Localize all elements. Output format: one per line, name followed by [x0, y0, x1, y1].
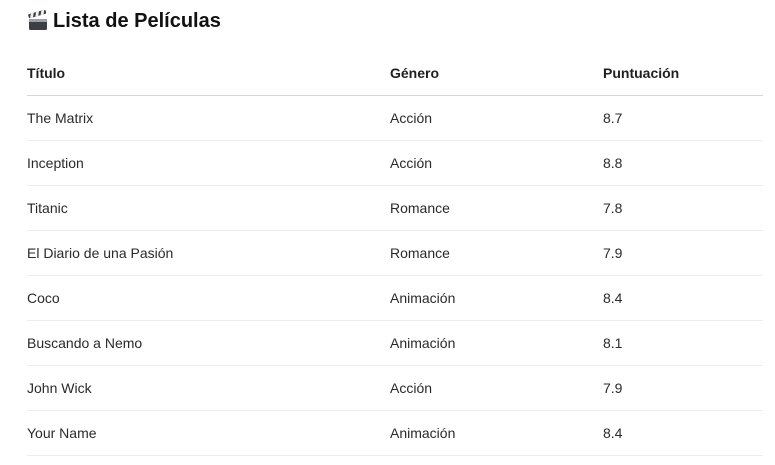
table-row: Inception Acción 8.8 [27, 140, 763, 186]
page-title-text: Lista de Películas [53, 10, 221, 32]
cell-score: 7.8 [603, 185, 763, 231]
cell-score: 8.1 [603, 320, 763, 366]
cell-genre: Romance [390, 185, 603, 231]
cell-title: Titanic [27, 185, 390, 231]
cell-title: El Diario de una Pasión [27, 230, 390, 276]
cell-title: The Matrix [27, 95, 390, 141]
cell-score: 8.7 [603, 95, 763, 141]
table-row: El Diario de una Pasión Romance 7.9 [27, 230, 763, 276]
cell-score: 7.9 [603, 365, 763, 411]
cell-title: John Wick [27, 365, 390, 411]
table-row: Your Name Animación 8.4 [27, 410, 763, 456]
cell-genre: Animación [390, 275, 603, 321]
column-header-genre[interactable]: Género [390, 50, 603, 96]
cell-score: 8.8 [603, 140, 763, 186]
table-row: Buscando a Nemo Animación 8.1 [27, 320, 763, 366]
table-row: Coco Animación 8.4 [27, 275, 763, 321]
column-header-score[interactable]: Puntuación [603, 50, 763, 96]
page-title: Lista de Películas [27, 8, 221, 34]
cell-genre: Acción [390, 365, 603, 411]
cell-genre: Animación [390, 410, 603, 456]
cell-score: 8.4 [603, 410, 763, 456]
table-row: The Matrix Acción 8.7 [27, 95, 763, 141]
cell-genre: Acción [390, 140, 603, 186]
movies-table: Título Género Puntuación The Matrix Acci… [27, 50, 763, 456]
cell-genre: Romance [390, 230, 603, 276]
clapperboard-icon [27, 10, 49, 32]
cell-title: Coco [27, 275, 390, 321]
table-row: Titanic Romance 7.8 [27, 185, 763, 231]
column-header-title[interactable]: Título [27, 50, 390, 96]
table-header-row: Título Género Puntuación [27, 50, 763, 96]
cell-score: 8.4 [603, 275, 763, 321]
table-row: John Wick Acción 7.9 [27, 365, 763, 411]
cell-title: Inception [27, 140, 390, 186]
cell-score: 7.9 [603, 230, 763, 276]
cell-genre: Acción [390, 95, 603, 141]
cell-genre: Animación [390, 320, 603, 366]
cell-title: Your Name [27, 410, 390, 456]
cell-title: Buscando a Nemo [27, 320, 390, 366]
